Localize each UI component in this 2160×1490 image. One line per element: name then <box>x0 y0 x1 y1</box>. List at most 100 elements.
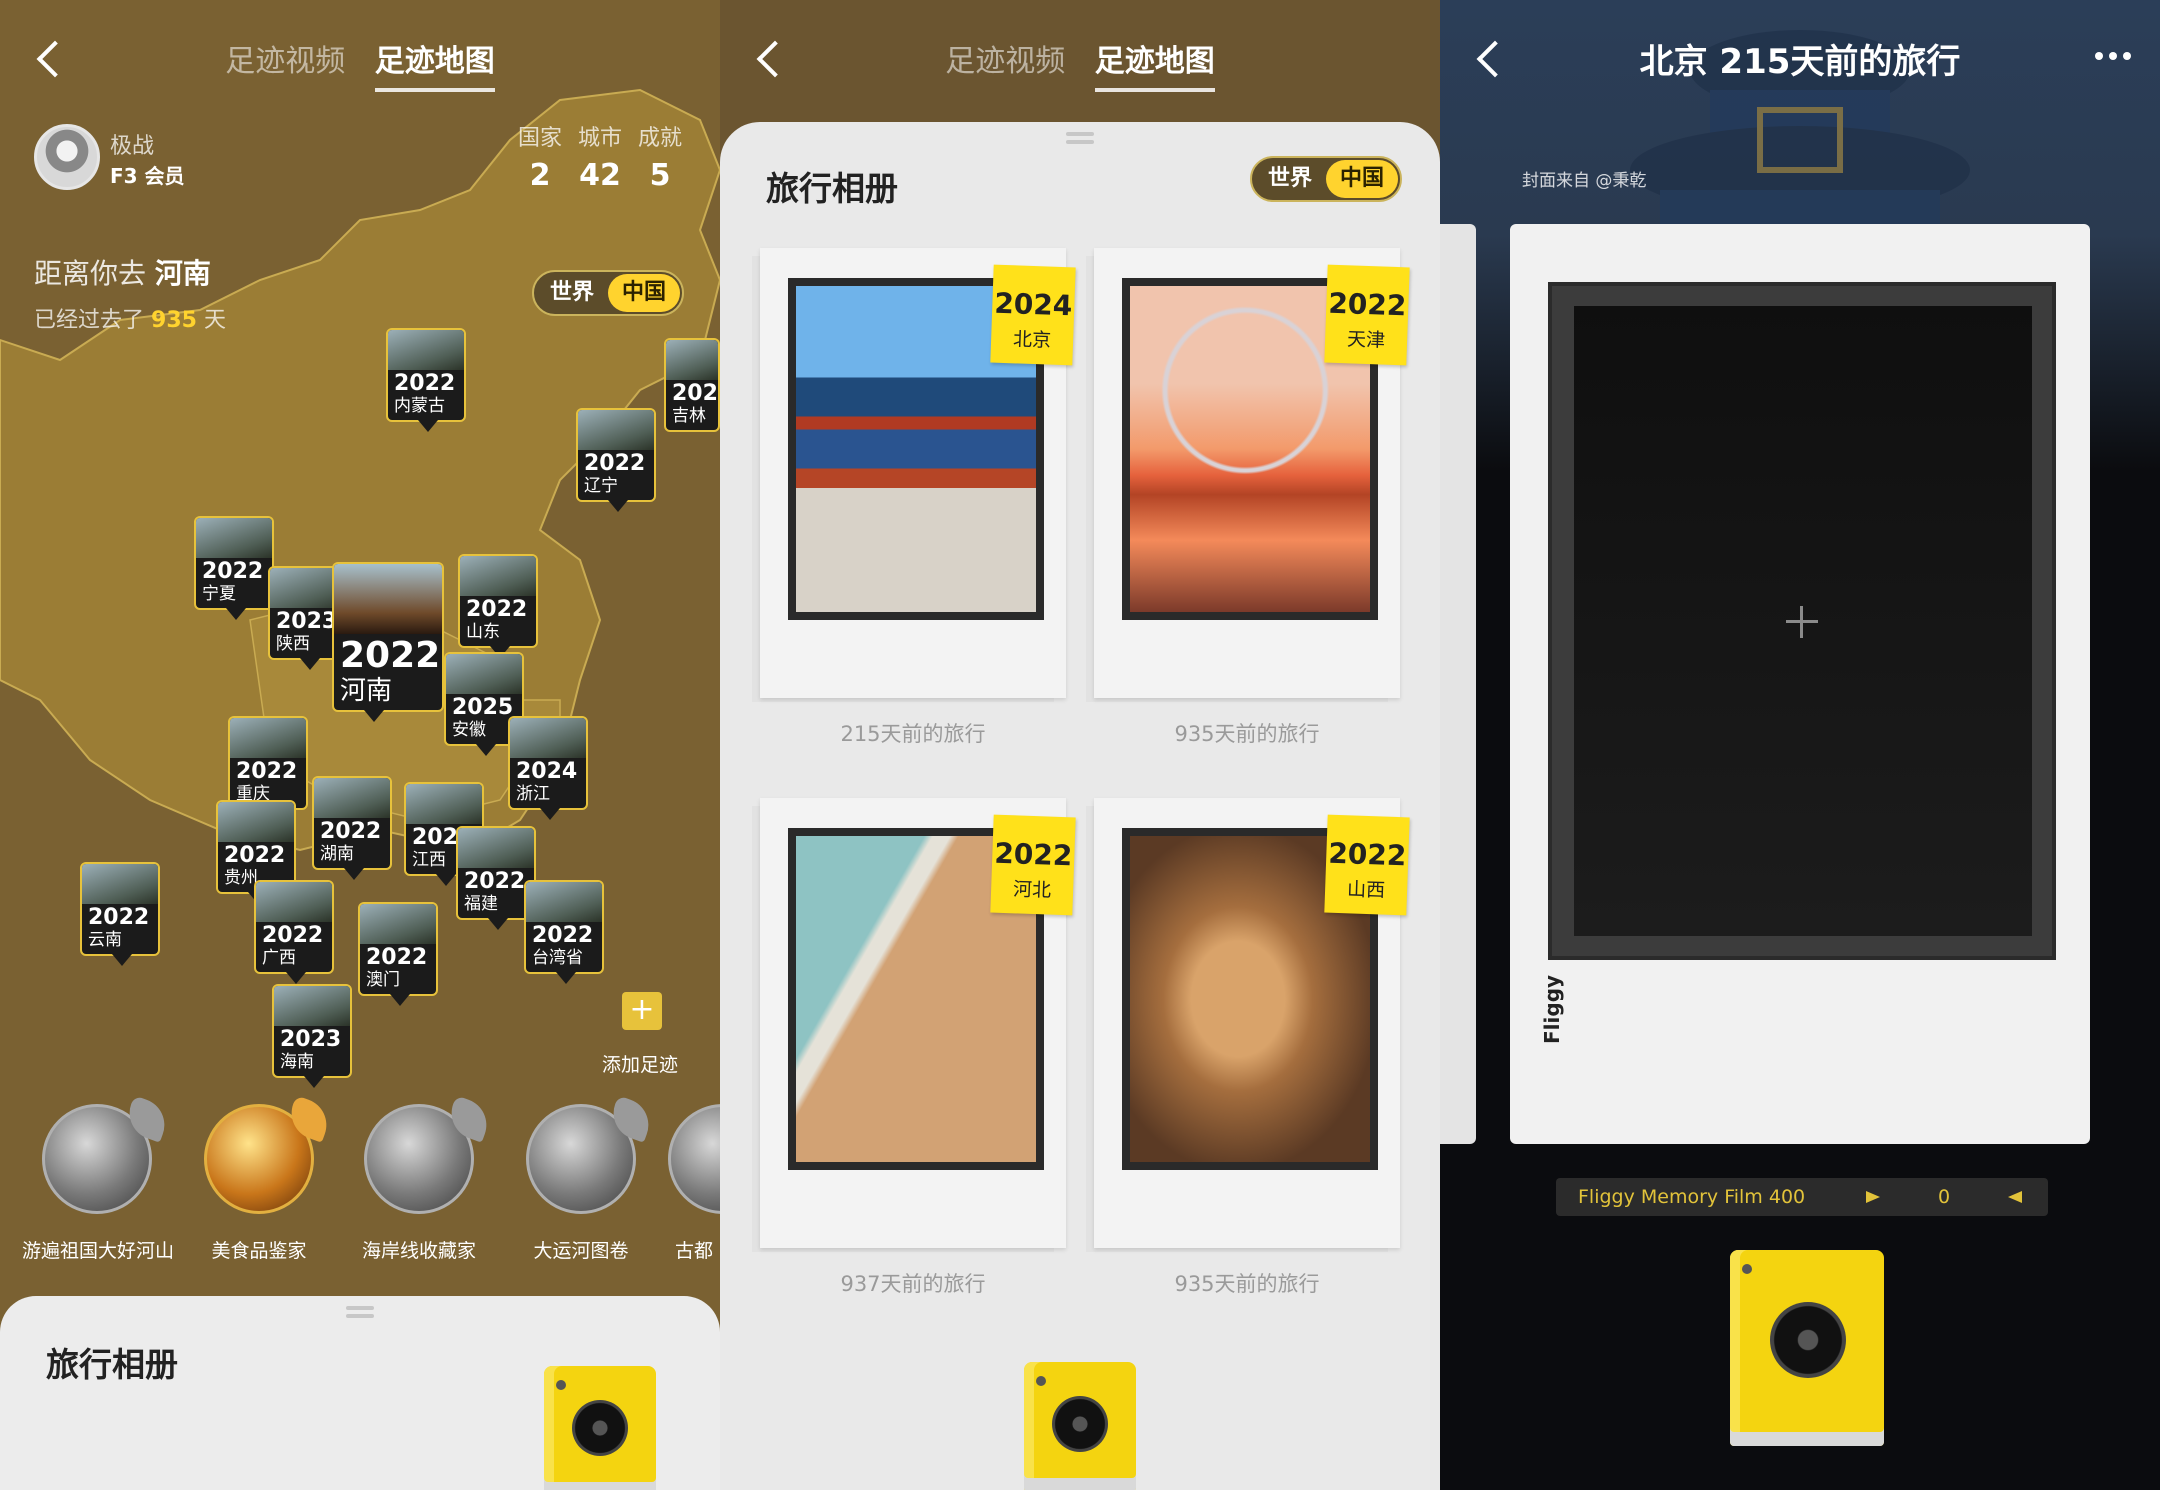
pin-thumbnail <box>666 340 718 380</box>
more-options-icon[interactable] <box>2092 44 2138 68</box>
trip-detail-screen: 北京 215天前的旅行 封面来自 @秉乾 Fliggy Fliggy Memor… <box>1440 0 2160 1490</box>
toggle-world[interactable]: 世界 <box>536 274 608 312</box>
sticker-place: 北京 <box>1012 328 1052 352</box>
badge-item[interactable]: 游遍祖国大好河山 <box>22 1104 175 1263</box>
stat-achievements[interactable]: 成就 5 <box>636 120 684 193</box>
pin-thumbnail <box>388 330 464 370</box>
badge-label: 海岸线收藏家 <box>361 1240 476 1262</box>
stat-cities[interactable]: 城市 42 <box>576 120 624 193</box>
travel-album-screen: 足迹视频 足迹地图 旅行相册 世界 中国 2024 北京 215天前的旅行 202… <box>720 0 1440 1490</box>
distance-place: 河南 <box>154 257 211 290</box>
pin-year: 2022 <box>394 371 456 396</box>
badge-hotpot-icon <box>204 1104 314 1214</box>
album-caption: 937天前的旅行 <box>840 1272 986 1296</box>
year-sticker: 2022 天津 <box>1324 264 1410 366</box>
days-prefix: 已经过去了 <box>34 308 145 333</box>
days-suffix: 天 <box>203 308 226 333</box>
add-footprint-button[interactable]: + <box>622 992 662 1030</box>
sticker-year: 2022 <box>1327 286 1407 323</box>
pin-place: 澳门 <box>366 970 400 990</box>
avatar[interactable] <box>34 124 100 190</box>
arrow-left-icon <box>2008 1191 2022 1203</box>
map-pin[interactable]: 2023 海南 <box>272 984 352 1088</box>
pin-thumbnail <box>218 802 294 842</box>
pin-thumbnail <box>334 564 442 634</box>
tab-footprint-video[interactable]: 足迹视频 <box>225 36 345 88</box>
map-pin[interactable]: 2022 内蒙古 <box>386 328 466 432</box>
previous-card-edge <box>1440 224 1476 1144</box>
cover-credit: 封面来自 @秉乾 <box>1522 171 1647 191</box>
badge-label: 美食品鉴家 <box>211 1240 307 1262</box>
pin-year: 2022 <box>672 381 718 406</box>
distance-text: 距离你去 河南 <box>34 252 211 292</box>
map-pin[interactable]: 2022 湖南 <box>312 776 392 880</box>
pin-place: 内蒙古 <box>394 396 445 416</box>
tab-footprint-map[interactable]: 足迹地图 <box>1094 36 1215 92</box>
badge-saddle-icon <box>42 1104 152 1214</box>
map-pin[interactable]: 2022 澳门 <box>358 902 438 1006</box>
map-pin[interactable]: 2022 重庆 <box>228 716 308 820</box>
pin-year: 2022 <box>320 819 382 844</box>
pin-thumbnail <box>196 518 272 558</box>
camera-icon[interactable] <box>544 1366 656 1490</box>
badge-item[interactable]: 美食品鉴家 <box>184 1104 334 1263</box>
drag-handle[interactable] <box>1066 132 1094 136</box>
map-pin[interactable]: 2022 广西 <box>254 880 334 984</box>
pin-place: 广西 <box>262 948 296 968</box>
pin-place: 河南 <box>340 676 393 706</box>
badge-label: 古都 <box>674 1240 713 1262</box>
album-card[interactable]: 2022 天津 <box>1094 248 1410 698</box>
arrow-right-icon <box>1866 1191 1880 1203</box>
pin-thumbnail <box>446 654 522 694</box>
region-toggle: 世界 中国 <box>532 270 685 316</box>
brand-label: Fliggy <box>1540 974 1564 1044</box>
album-card[interactable]: 2022 河北 <box>760 798 1076 1248</box>
map-pin[interactable]: 2024 浙江 <box>508 716 588 820</box>
pin-year: 2022 <box>366 945 428 970</box>
pin-place: 山东 <box>466 622 500 642</box>
album-card[interactable]: 2022 山西 <box>1094 798 1410 1248</box>
badge-item[interactable]: 海岸线收藏家 <box>344 1104 494 1263</box>
map-pin[interactable]: 2022 云南 <box>80 862 160 966</box>
map-pin[interactable]: 2022 台湾省 <box>524 880 604 984</box>
album-caption: 215天前的旅行 <box>840 722 986 746</box>
camera-dot <box>556 1380 566 1390</box>
pin-year: 2022 <box>224 843 286 868</box>
empty-photo-slot[interactable] <box>1574 306 2032 936</box>
map-pin[interactable]: 2022 宁夏 <box>194 516 274 620</box>
stat-label: 国家 <box>517 126 562 151</box>
map-pin-highlighted[interactable]: 2022 河南 <box>332 562 444 722</box>
map-pin[interactable]: 2022 山东 <box>458 554 538 658</box>
pin-place: 辽宁 <box>584 476 618 496</box>
camera-icon[interactable] <box>1024 1362 1136 1490</box>
tab-footprint-video[interactable]: 足迹视频 <box>945 36 1065 88</box>
album-sheet-collapsed[interactable]: 旅行相册 <box>0 1296 720 1490</box>
badge-item[interactable]: 古都 <box>668 1104 720 1263</box>
tab-footprint-map[interactable]: 足迹地图 <box>374 36 495 92</box>
camera-shutter-button[interactable] <box>1730 1250 1884 1446</box>
toggle-china[interactable]: 中国 <box>608 274 681 312</box>
drag-handle[interactable] <box>346 1306 374 1310</box>
add-photo-icon[interactable] <box>1784 604 1820 640</box>
pin-year: 2022 <box>202 559 264 584</box>
sticker-place: 山西 <box>1346 878 1386 902</box>
stat-countries[interactable]: 国家 2 <box>516 120 564 193</box>
pin-place: 吉林 <box>672 406 706 426</box>
toggle-world[interactable]: 世界 <box>1254 160 1326 198</box>
badge-pagoda-icon <box>668 1104 720 1214</box>
trip-title: 北京 215天前的旅行 <box>1639 42 1961 82</box>
toggle-china[interactable]: 中国 <box>1326 160 1399 198</box>
stat-value: 5 <box>649 158 671 193</box>
badge-label: 游遍祖国大好河山 <box>22 1240 175 1262</box>
stats-summary: 国家 2 城市 42 成就 5 <box>516 120 684 193</box>
badge-item[interactable]: 大运河图卷 <box>506 1104 656 1263</box>
pin-thumbnail <box>256 882 332 922</box>
pin-place: 海南 <box>280 1052 314 1072</box>
album-card[interactable]: 2024 北京 <box>760 248 1076 698</box>
top-tabs: 足迹视频 足迹地图 <box>720 36 1440 92</box>
map-pin[interactable]: 2022吉林 <box>664 338 720 432</box>
pin-year: 2022 <box>340 635 441 676</box>
region-toggle: 世界 中国 <box>1250 156 1403 202</box>
map-pin[interactable]: 2022 辽宁 <box>576 408 656 512</box>
year-sticker: 2022 山西 <box>1324 814 1410 916</box>
